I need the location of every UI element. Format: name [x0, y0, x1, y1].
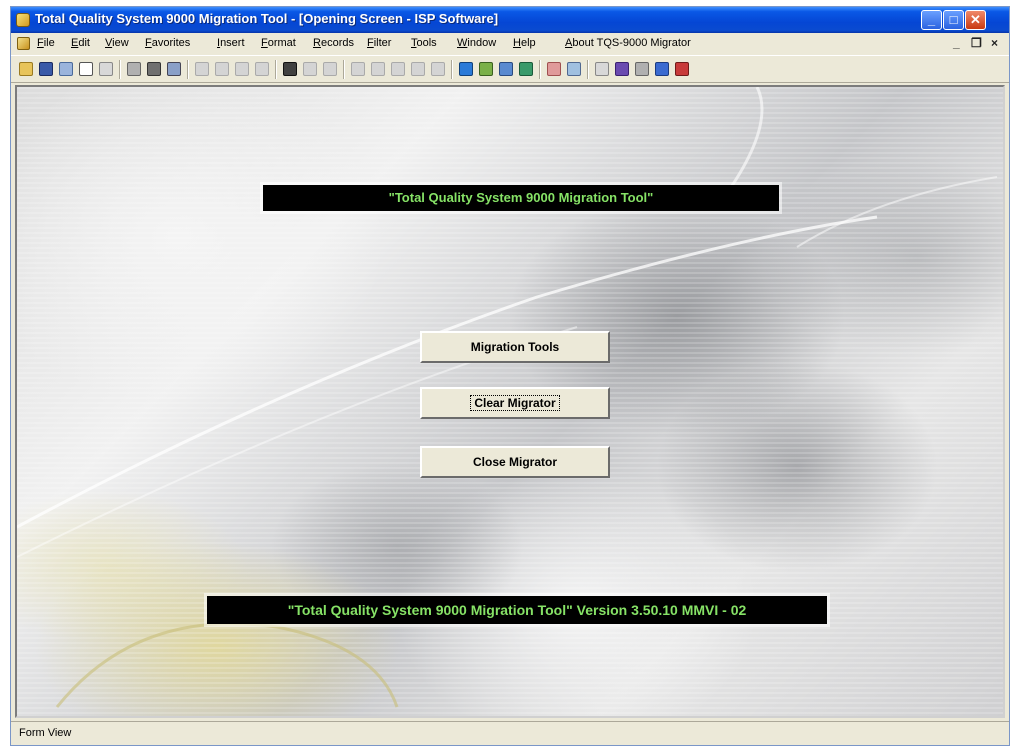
application-window: Total Quality System 9000 Migration Tool… [10, 6, 1010, 746]
close-migrator-button[interactable]: Close Migrator [420, 446, 610, 478]
database-window-icon[interactable] [459, 62, 473, 76]
file-search-icon[interactable] [59, 62, 73, 76]
close-migrator-label: Close Migrator [472, 455, 557, 469]
sort-descending-icon[interactable] [323, 62, 337, 76]
properties-icon[interactable] [595, 62, 609, 76]
toolbar [11, 55, 1009, 83]
toolbar-separator [119, 60, 121, 79]
menu-records[interactable]: Records [313, 37, 354, 49]
toolbar-separator [539, 60, 541, 79]
form-title-banner: "Total Quality System 9000 Migration Too… [263, 185, 779, 211]
find-icon[interactable] [283, 62, 297, 76]
toolbar-separator [587, 60, 589, 79]
close-button[interactable]: ✕ [965, 10, 986, 30]
open-icon[interactable] [19, 62, 33, 76]
menu-window[interactable]: Window [457, 37, 496, 49]
migration-tools-button[interactable]: Migration Tools [420, 331, 610, 363]
menu-edit[interactable]: Edit [71, 37, 90, 49]
toolbar-separator [275, 60, 277, 79]
menu-about[interactable]: About TQS-9000 Migrator [565, 37, 691, 49]
analyze-icon[interactable] [567, 62, 581, 76]
toolbar-separator [187, 60, 189, 79]
version-banner: "Total Quality System 9000 Migration Too… [207, 596, 827, 624]
cut-icon[interactable] [215, 62, 229, 76]
window-title: Total Quality System 9000 Migration Tool… [35, 11, 499, 26]
copy-icon[interactable] [235, 62, 249, 76]
status-bar: Form View [11, 721, 1009, 745]
apply-filter-icon[interactable] [391, 62, 405, 76]
filter-by-selection-icon[interactable] [351, 62, 365, 76]
menu-favorites[interactable]: Favorites [145, 37, 190, 49]
menu-insert[interactable]: Insert [217, 37, 245, 49]
toolbar-separator [451, 60, 453, 79]
paste-icon[interactable] [255, 62, 269, 76]
new-object-icon[interactable] [479, 62, 493, 76]
clear-migrator-button[interactable]: Clear Migrator [420, 387, 610, 419]
migration-tools-label: Migration Tools [470, 340, 560, 354]
toolbar-separator [343, 60, 345, 79]
menu-filter[interactable]: Filter [367, 37, 391, 49]
mdi-restore-button[interactable]: ❐ [971, 36, 982, 50]
save-icon[interactable] [39, 62, 53, 76]
format-icon[interactable] [615, 62, 629, 76]
undo-icon[interactable] [195, 62, 209, 76]
menu-format[interactable]: Format [261, 37, 296, 49]
menu-file[interactable]: File [37, 37, 55, 49]
document-icon[interactable] [17, 37, 30, 50]
toggle-filter-icon[interactable] [411, 62, 425, 76]
email-icon[interactable] [167, 62, 181, 76]
web-icon[interactable] [519, 62, 533, 76]
menu-tools[interactable]: Tools [411, 37, 437, 49]
mdi-close-button[interactable]: × [991, 36, 998, 50]
menu-help[interactable]: Help [513, 37, 536, 49]
status-text: Form View [19, 727, 72, 739]
help-icon[interactable] [655, 62, 669, 76]
security-icon[interactable] [675, 62, 689, 76]
spelling-icon[interactable] [127, 62, 141, 76]
view-icon[interactable] [99, 62, 113, 76]
mdi-minimize-button[interactable]: _ [953, 36, 960, 50]
print-icon[interactable] [147, 62, 161, 76]
spelling-check-icon[interactable] [635, 62, 649, 76]
office-links-icon[interactable] [499, 62, 513, 76]
delete-icon[interactable] [431, 62, 445, 76]
clear-migrator-label: Clear Migrator [470, 395, 560, 411]
relationships-icon[interactable] [547, 62, 561, 76]
sort-ascending-icon[interactable] [303, 62, 317, 76]
minimize-button[interactable]: _ [921, 10, 942, 30]
filter-by-form-icon[interactable] [371, 62, 385, 76]
application-icon[interactable] [16, 13, 30, 27]
print-preview-icon[interactable] [79, 62, 93, 76]
maximize-button[interactable]: □ [943, 10, 964, 30]
menu-view[interactable]: View [105, 37, 129, 49]
menu-bar: File Edit View Favorites Insert Format R… [11, 33, 1009, 55]
form-background: "Total Quality System 9000 Migration Too… [15, 85, 1005, 718]
title-bar[interactable]: Total Quality System 9000 Migration Tool… [11, 7, 1009, 33]
